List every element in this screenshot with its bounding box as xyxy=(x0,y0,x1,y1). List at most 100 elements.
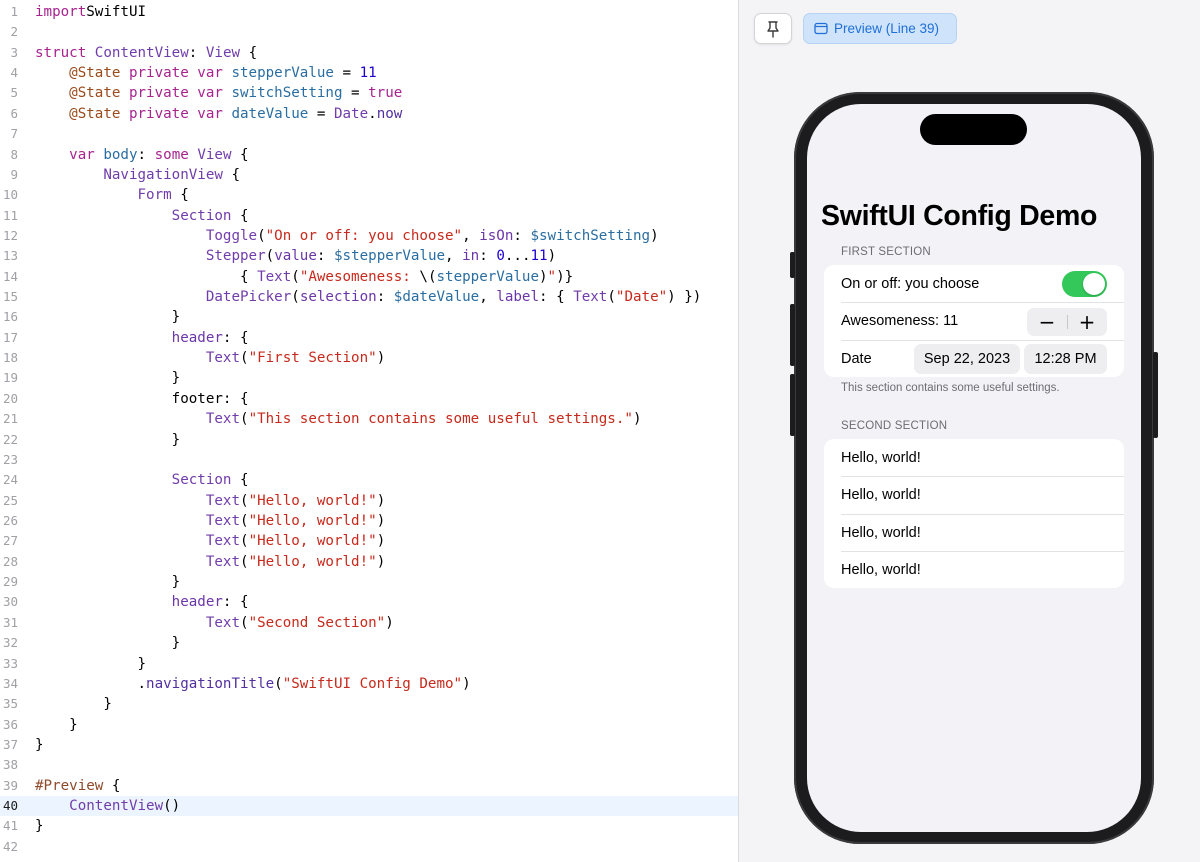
code-line[interactable]: 16 } xyxy=(0,307,738,327)
code-line[interactable]: 23 xyxy=(0,450,738,470)
code-token: Text xyxy=(573,289,608,306)
code-token: { xyxy=(171,187,189,204)
code-text: } xyxy=(35,715,78,735)
code-token: , xyxy=(462,227,480,244)
code-token: var xyxy=(69,146,104,163)
code-token: NavigationView xyxy=(103,166,223,183)
code-line[interactable]: 9 NavigationView { xyxy=(0,165,738,185)
stepper-separator xyxy=(1067,314,1068,329)
code-line[interactable]: 1 importSwiftUI xyxy=(0,2,738,22)
code-token: } xyxy=(35,309,181,326)
line-number: 3 xyxy=(10,44,18,60)
line-number: 10 xyxy=(2,187,18,203)
code-token: { xyxy=(35,268,258,285)
code-line[interactable]: 7 xyxy=(0,124,738,144)
toggle-row[interactable]: On or off: you choose xyxy=(824,265,1124,303)
list-item: Hello, world! xyxy=(841,524,921,541)
code-line[interactable]: 19 } xyxy=(0,368,738,388)
code-line[interactable]: 3 struct ContentView: View { xyxy=(0,43,738,63)
code-token: switchSetting xyxy=(231,85,343,102)
code-token: { xyxy=(231,207,249,224)
code-line[interactable]: 8 var body: some View { xyxy=(0,145,738,165)
code-line[interactable]: 18 Text("First Section") xyxy=(0,348,738,368)
code-token: : xyxy=(316,248,334,265)
code-text: @State private var stepperValue = 11 xyxy=(35,63,377,83)
code-line[interactable]: 31 Text("Second Section") xyxy=(0,613,738,633)
code-line[interactable]: 24 Section { xyxy=(0,470,738,490)
code-line[interactable]: 25 Text("Hello, world!") xyxy=(0,491,738,511)
preview-line-button[interactable]: Preview (Line 39) xyxy=(803,13,957,44)
code-line[interactable]: 12 Toggle("On or off: you choose", isOn:… xyxy=(0,226,738,246)
code-token: Text xyxy=(205,513,241,529)
code-line[interactable]: 15 DatePicker(selection: $dateValue, lab… xyxy=(0,287,738,307)
code-token: : xyxy=(479,248,497,265)
code-line[interactable]: 35 } xyxy=(0,694,738,714)
code-token: @State xyxy=(69,85,129,102)
line-number: 40 xyxy=(2,798,18,814)
code-line[interactable]: 21 Text("This section contains some usef… xyxy=(0,409,738,429)
code-line[interactable]: 4 @State private var stepperValue = 11 xyxy=(0,63,738,83)
code-line[interactable]: 30 header: { xyxy=(0,592,738,612)
stepper-plus-button[interactable]: + xyxy=(1067,308,1107,336)
code-line[interactable]: 27 Text("Hello, world!") xyxy=(0,531,738,551)
code-text: Text("First Section") xyxy=(35,348,385,368)
code-line[interactable]: 40 ContentView() xyxy=(0,796,738,817)
code-token: Text xyxy=(205,533,241,550)
code-line[interactable]: 32 } xyxy=(0,633,738,653)
code-token: ) xyxy=(376,533,386,550)
code-line[interactable]: 29 } xyxy=(0,572,738,592)
code-line[interactable]: 22 } xyxy=(0,430,738,450)
code-line[interactable]: 41} xyxy=(0,816,738,836)
line-number: 38 xyxy=(2,757,18,773)
line-number: 39 xyxy=(2,777,18,793)
code-editor[interactable]: 1 importSwiftUI 2 3 struct ContentView: View… xyxy=(0,0,738,862)
code-token: Text xyxy=(205,492,241,509)
awesomeness-stepper[interactable]: − + xyxy=(1027,307,1107,336)
code-token: : xyxy=(376,289,394,306)
line-number: 20 xyxy=(2,390,18,406)
code-line[interactable]: 14 { Text("Awesomeness: \(stepperValue)"… xyxy=(0,267,738,287)
code-text: } xyxy=(35,572,181,592)
code-line[interactable]: 17 header: { xyxy=(0,328,738,348)
code-token: Form xyxy=(137,187,172,204)
code-token: "Hello, world!" xyxy=(248,553,377,570)
code-line[interactable]: 13 Stepper(value: $stepperValue, in: 0..… xyxy=(0,246,738,266)
code-line[interactable]: 39 #Preview { xyxy=(0,776,738,796)
code-line[interactable]: 6 @State private var dateValue = Date.no… xyxy=(0,104,738,124)
code-token: $stepperValue xyxy=(334,248,446,265)
stepper-minus-button[interactable]: − xyxy=(1027,308,1067,336)
code-line[interactable]: 20 footer: { xyxy=(0,389,738,409)
code-token: ) xyxy=(632,411,642,428)
code-line[interactable]: 2 xyxy=(0,22,738,42)
code-line[interactable]: 36 } xyxy=(0,715,738,735)
code-token: Text xyxy=(257,268,292,285)
code-text: ContentView() xyxy=(35,796,180,816)
switch-toggle[interactable] xyxy=(1062,271,1107,297)
code-line[interactable]: 26 Text("Hello, world!") xyxy=(0,511,738,531)
code-line[interactable]: 28 Text("Hello, world!") xyxy=(0,552,738,572)
code-line[interactable]: 42 xyxy=(0,837,738,857)
code-line[interactable]: 33 } xyxy=(0,654,738,674)
code-token: "On or off: you choose" xyxy=(265,227,463,244)
code-line[interactable]: 11 Section { xyxy=(0,206,738,226)
code-token: 11 xyxy=(359,65,377,82)
code-line[interactable]: 5 @State private var switchSetting = tru… xyxy=(0,83,738,103)
code-text: } xyxy=(35,654,146,674)
code-text: Form { xyxy=(35,185,189,205)
code-token: : xyxy=(513,227,531,244)
line-number: 36 xyxy=(2,716,18,732)
code-token: header xyxy=(171,329,223,346)
pin-button[interactable] xyxy=(754,13,792,44)
list-item: Hello, world! xyxy=(841,487,921,504)
code-token: ( xyxy=(607,289,616,306)
code-line[interactable]: 34 .navigationTitle("SwiftUI Config Demo… xyxy=(0,674,738,694)
date-picker-button[interactable]: Sep 22, 2023 xyxy=(914,343,1020,374)
code-line[interactable]: 10 Form { xyxy=(0,185,738,205)
code-token: private var xyxy=(128,65,232,82)
code-line[interactable]: 37} xyxy=(0,735,738,755)
code-line[interactable]: 38 xyxy=(0,755,738,775)
time-picker-button[interactable]: 12:28 PM xyxy=(1024,343,1107,374)
